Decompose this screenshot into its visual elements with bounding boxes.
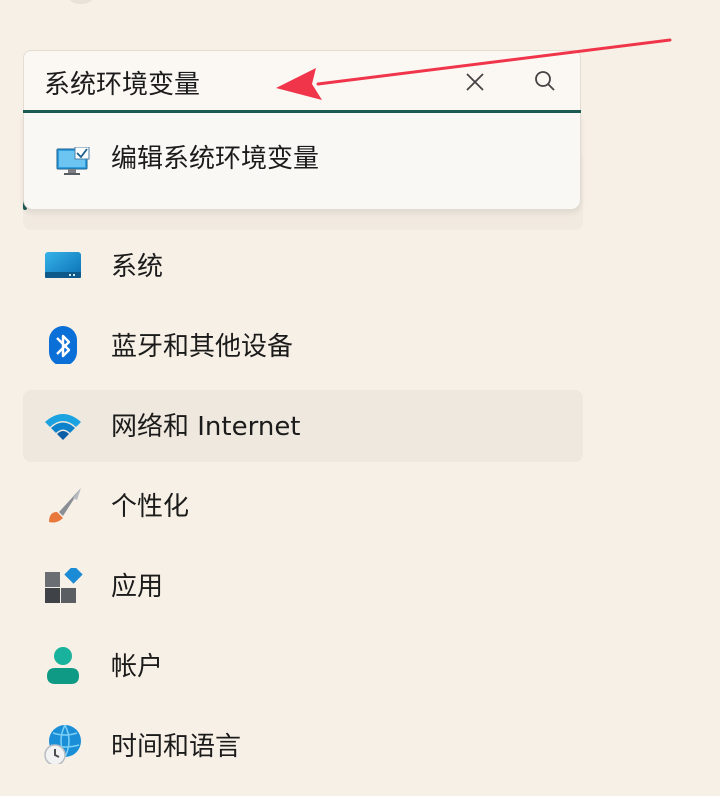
- top-partial-element: [70, 0, 92, 4]
- nav-item-accounts[interactable]: 帐户: [23, 630, 583, 702]
- wifi-icon: [45, 414, 81, 440]
- nav-label-apps: 应用: [111, 572, 164, 602]
- monitor-settings-icon: [56, 147, 90, 175]
- nav-item-personalization[interactable]: 个性化: [23, 470, 583, 542]
- account-icon: [47, 647, 79, 684]
- close-icon[interactable]: [460, 67, 490, 97]
- nav-label-accounts: 帐户: [111, 652, 164, 682]
- system-display-icon: [45, 252, 81, 278]
- suggestion-edit-env-vars[interactable]: 编辑系统环境变量: [24, 113, 580, 210]
- apps-icon: [45, 568, 83, 603]
- nav-label-network: 网络和 Internet: [111, 412, 301, 442]
- globe-clock-icon: [44, 724, 81, 764]
- search-suggestions: 编辑系统环境变量: [23, 113, 581, 210]
- search-icon[interactable]: [530, 67, 560, 97]
- settings-nav: 系统 蓝牙和其他设备 网络和 Internet 个性化 应用 帐户 时间和语言: [23, 230, 583, 790]
- nav-label-personalization: 个性化: [111, 492, 190, 522]
- suggestion-label: 编辑系统环境变量: [111, 144, 320, 174]
- nav-label-system: 系统: [111, 252, 164, 282]
- nav-item-apps[interactable]: 应用: [23, 550, 583, 622]
- nav-item-bluetooth[interactable]: 蓝牙和其他设备: [23, 310, 583, 382]
- paintbrush-icon: [49, 488, 81, 523]
- nav-label-bluetooth: 蓝牙和其他设备: [111, 332, 294, 362]
- bluetooth-icon: [49, 326, 77, 364]
- nav-item-system[interactable]: 系统: [23, 230, 583, 302]
- settings-search-box: [23, 50, 581, 114]
- nav-item-network[interactable]: 网络和 Internet: [23, 390, 583, 462]
- search-input[interactable]: [44, 63, 444, 101]
- nav-label-time-language: 时间和语言: [111, 732, 242, 762]
- nav-item-time-language[interactable]: 时间和语言: [23, 710, 583, 782]
